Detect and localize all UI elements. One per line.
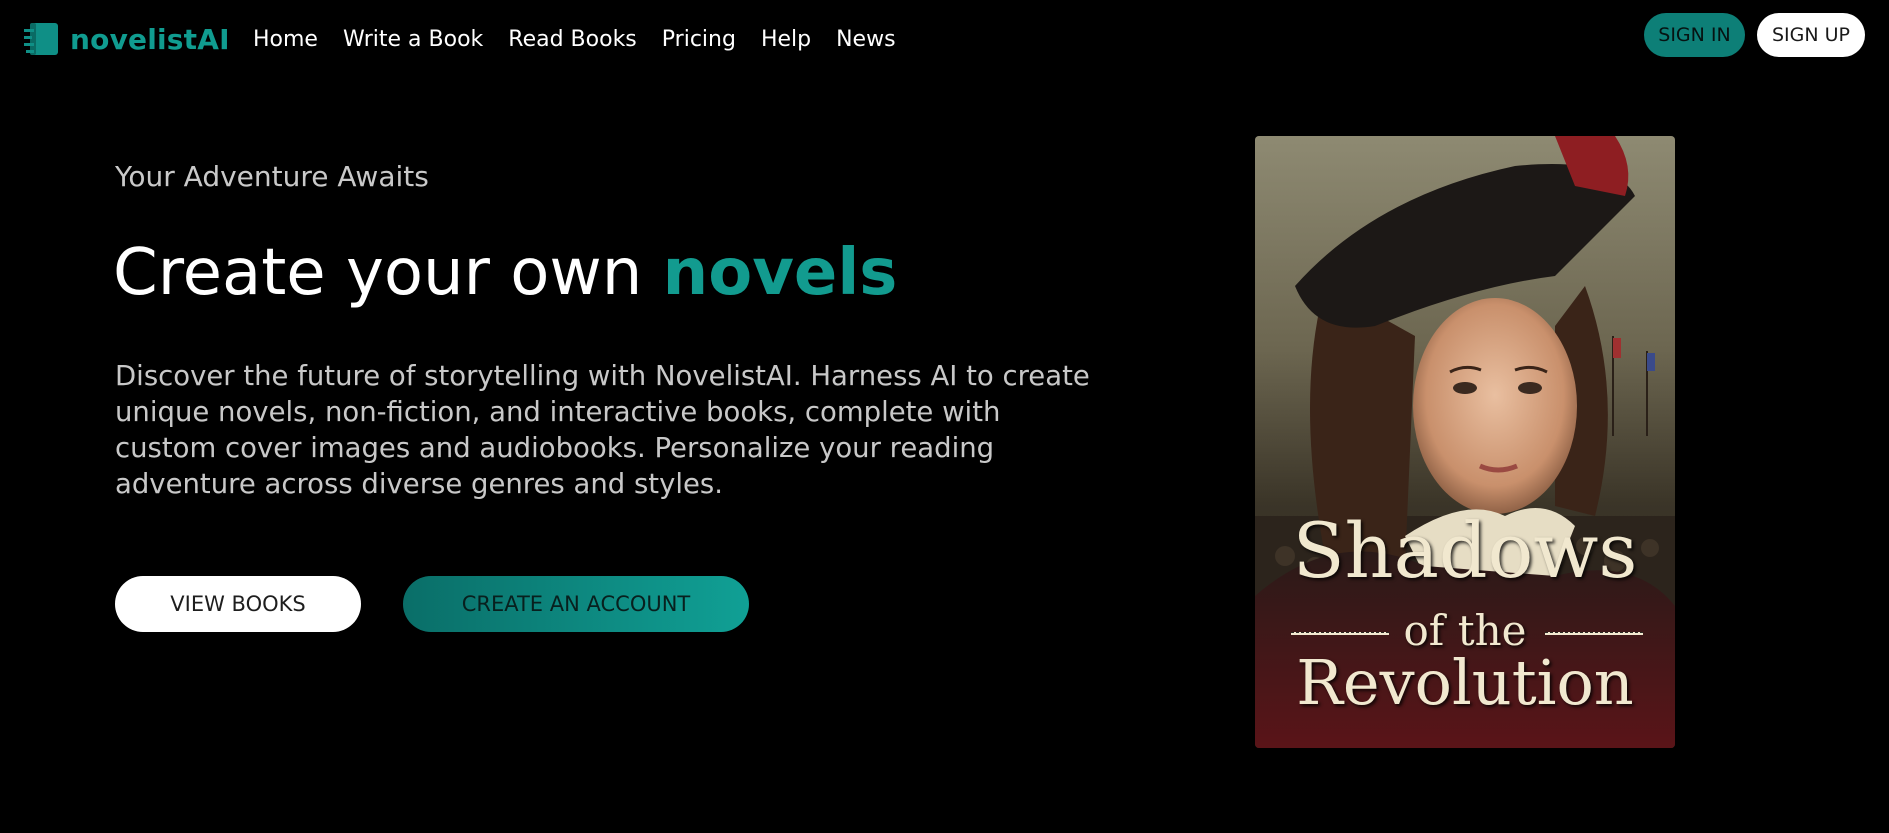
brand-name: novelistAI [70,22,230,56]
nav-news[interactable]: News [836,27,895,52]
cover-title-line1: Shadows [1292,506,1638,595]
hero-eyebrow: Your Adventure Awaits [115,160,429,193]
brand-logo[interactable]: novelistAI [24,20,230,58]
site-header: novelistAI Home Write a Book Read Books … [0,0,1889,76]
book-stack-icon [24,23,58,55]
main-nav: Home Write a Book Read Books Pricing Hel… [253,22,896,56]
cover-title-line3: Revolution [1296,646,1634,719]
nav-help[interactable]: Help [761,27,811,52]
headline-accent: novels [662,236,898,310]
hero-headline: Create your own novels [113,236,897,310]
create-account-button[interactable]: CREATE AN ACCOUNT [403,576,749,632]
hero-description: Discover the future of storytelling with… [115,360,1090,500]
featured-book-cover[interactable]: Shadows of the Revolution [1255,136,1675,748]
nav-pricing[interactable]: Pricing [662,27,736,52]
nav-write-a-book[interactable]: Write a Book [343,27,483,52]
nav-read-books[interactable]: Read Books [508,27,637,52]
nav-home[interactable]: Home [253,27,318,52]
headline-prefix: Create your own [113,236,643,310]
landing-page: novelistAI Home Write a Book Read Books … [0,0,1889,833]
sign-in-button[interactable]: SIGN IN [1644,13,1745,57]
sign-up-button[interactable]: SIGN UP [1757,13,1865,57]
view-books-button[interactable]: VIEW BOOKS [115,576,361,632]
